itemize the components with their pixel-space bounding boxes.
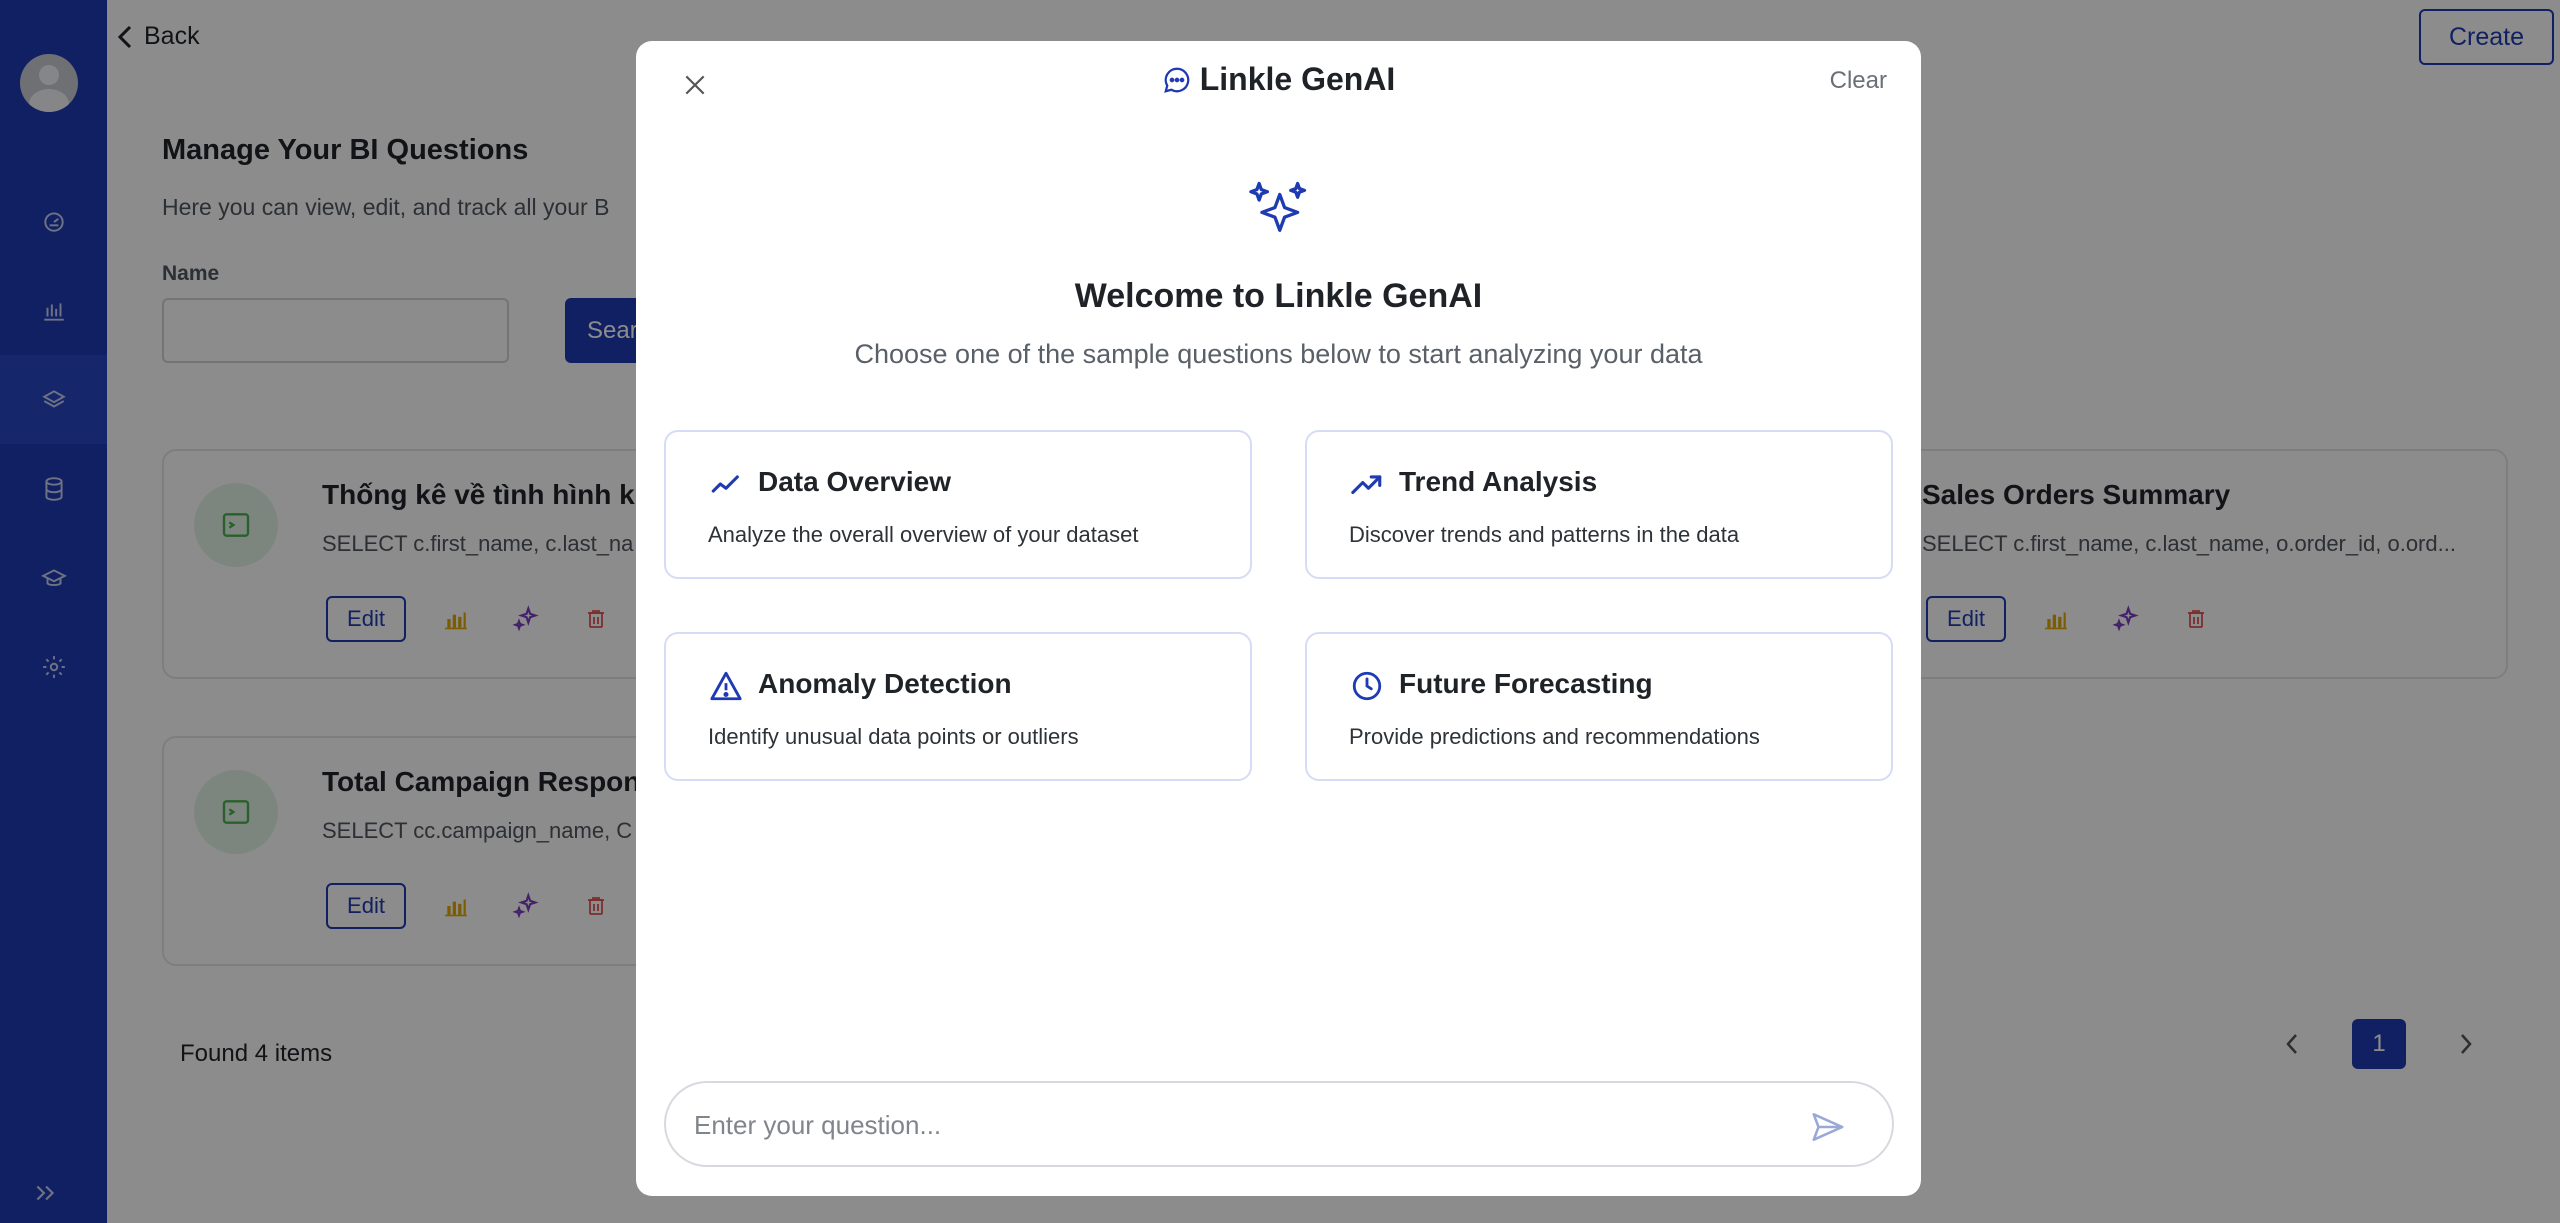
sparkles-icon — [1249, 181, 1307, 232]
sample-desc: Analyze the overall overview of your dat… — [708, 522, 1139, 547]
sample-trend-analysis[interactable]: Trend Analysis Discover trends and patte… — [1305, 430, 1893, 579]
line-chart-icon — [708, 466, 744, 502]
sample-future-forecasting[interactable]: Future Forecasting Provide predictions a… — [1305, 632, 1893, 781]
sample-desc: Provide predictions and recommendations — [1349, 724, 1760, 749]
sample-title: Data Overview — [758, 466, 951, 497]
sample-data-overview[interactable]: Data Overview Analyze the overall overvi… — [664, 430, 1252, 579]
welcome-title: Welcome to Linkle GenAI — [1074, 277, 1483, 315]
question-box — [664, 1081, 1894, 1167]
send-button[interactable] — [1808, 1107, 1848, 1147]
clock-icon — [1349, 668, 1385, 704]
chat-bubble-icon — [1163, 67, 1190, 93]
modal-title-text: Linkle GenAI — [1199, 61, 1396, 97]
sample-title: Trend Analysis — [1399, 466, 1598, 497]
welcome-subtitle: Choose one of the sample questions below… — [854, 339, 1703, 369]
sample-title: Anomaly Detection — [758, 668, 1012, 699]
sample-title: Future Forecasting — [1399, 668, 1653, 699]
clear-button[interactable]: Clear — [1830, 67, 1887, 95]
sample-desc: Discover trends and patterns in the data — [1349, 522, 1740, 547]
sample-anomaly-detection[interactable]: Anomaly Detection Identify unusual data … — [664, 632, 1252, 781]
question-input[interactable] — [694, 1101, 1794, 1149]
genai-modal: Linkle GenAI Clear Welcome to Linkle Gen… — [636, 41, 1921, 1196]
modal-title: Linkle GenAI — [636, 61, 1921, 98]
warning-icon — [708, 668, 744, 704]
send-icon — [1812, 1113, 1844, 1141]
trending-up-icon — [1349, 466, 1385, 502]
sample-desc: Identify unusual data points or outliers — [708, 724, 1079, 749]
